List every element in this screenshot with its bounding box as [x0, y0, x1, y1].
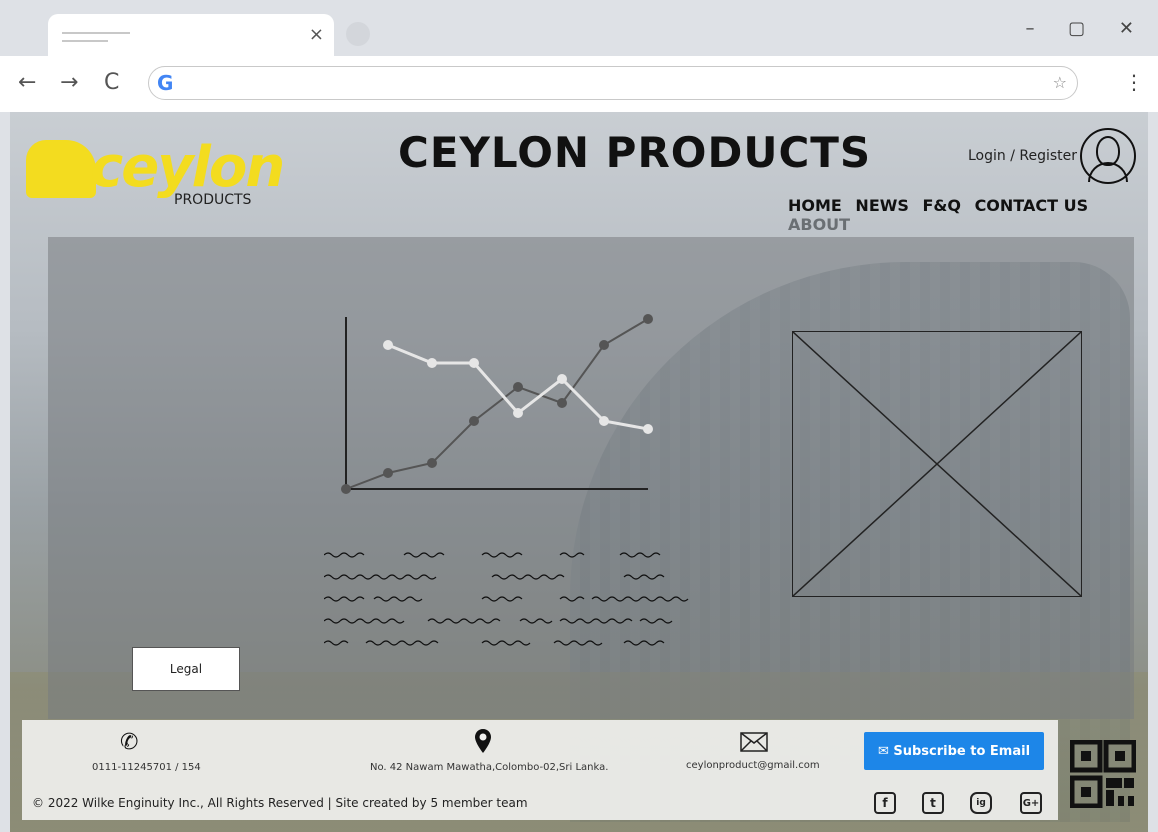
- logo-subtext: PRODUCTS: [174, 192, 252, 208]
- phone-icon: ✆: [120, 730, 139, 755]
- email-text[interactable]: ceylonproduct@gmail.com: [686, 760, 820, 771]
- browser-window: × – ▢ ✕ ← → C G ☆ ⋮ ceylon PRODUCTS CEYL…: [0, 0, 1158, 832]
- subscribe-email-button[interactable]: ✉ Subscribe to Email: [864, 732, 1044, 770]
- browser-toolbar: ← → C G ☆ ⋮: [0, 56, 1158, 112]
- window-controls[interactable]: – ▢ ✕: [1025, 18, 1148, 39]
- tab-bar: × – ▢ ✕: [0, 0, 1158, 58]
- site-footer: ✆ 0111-11245701 / 154 No. 42 Nawam Mawat…: [22, 720, 1058, 820]
- nav-contact-us[interactable]: CONTACT US: [975, 196, 1089, 215]
- placeholder-line-chart: [341, 314, 653, 494]
- site-logo[interactable]: ceylon PRODUCTS: [26, 132, 285, 212]
- browser-menu-icon[interactable]: ⋮: [1124, 70, 1144, 94]
- close-tab-icon[interactable]: ×: [309, 24, 324, 45]
- back-icon[interactable]: ←: [18, 70, 36, 95]
- new-tab-button[interactable]: [346, 22, 370, 46]
- location-pin-icon: [475, 729, 491, 753]
- page-title: CEYLON PRODUCTS: [398, 128, 872, 177]
- page-viewport: ceylon PRODUCTS CEYLON PRODUCTS Login / …: [10, 112, 1148, 832]
- copyright-text: © 2022 Wilke Enginuity Inc., All Rights …: [32, 796, 528, 810]
- placeholder-text-scribble: [324, 552, 689, 646]
- google-icon: G: [157, 71, 174, 95]
- main-nav: HOME NEWS F&Q CONTACT US ABOUT: [788, 196, 1148, 234]
- tab-title-placeholder-2: [62, 40, 108, 42]
- active-tab[interactable]: ×: [48, 14, 334, 58]
- address-bar[interactable]: G ☆: [148, 66, 1078, 100]
- elephant-icon: [26, 140, 96, 198]
- avatar-body: [1088, 162, 1128, 182]
- tab-title-placeholder: [62, 32, 130, 34]
- nav-home[interactable]: HOME: [788, 196, 842, 215]
- phone-number: 0111-11245701 / 154: [92, 762, 201, 773]
- forward-icon[interactable]: →: [60, 70, 78, 95]
- google-plus-icon[interactable]: G+: [1020, 792, 1042, 814]
- logo-text: ceylon: [90, 135, 285, 200]
- nav-about[interactable]: ABOUT: [788, 215, 850, 234]
- address-text: No. 42 Nawam Mawatha,Colombo-02,Sri Lank…: [370, 762, 609, 773]
- instagram-icon[interactable]: ig: [970, 792, 992, 814]
- facebook-icon[interactable]: f: [874, 792, 896, 814]
- nav-fq[interactable]: F&Q: [923, 196, 961, 215]
- image-placeholder: [792, 331, 1082, 597]
- mail-icon: [740, 732, 768, 752]
- bookmark-star-icon[interactable]: ☆: [1053, 73, 1067, 92]
- legal-button[interactable]: Legal: [132, 647, 240, 691]
- twitter-icon[interactable]: t: [922, 792, 944, 814]
- reload-icon[interactable]: C: [104, 70, 119, 95]
- user-avatar-icon[interactable]: [1080, 128, 1136, 184]
- content-panel: Legal: [48, 237, 1134, 719]
- login-register-link[interactable]: Login / Register: [968, 148, 1077, 164]
- image-placeholder-cross: [792, 331, 1082, 597]
- nav-news[interactable]: NEWS: [855, 196, 909, 215]
- qr-code-icon[interactable]: [1070, 740, 1136, 808]
